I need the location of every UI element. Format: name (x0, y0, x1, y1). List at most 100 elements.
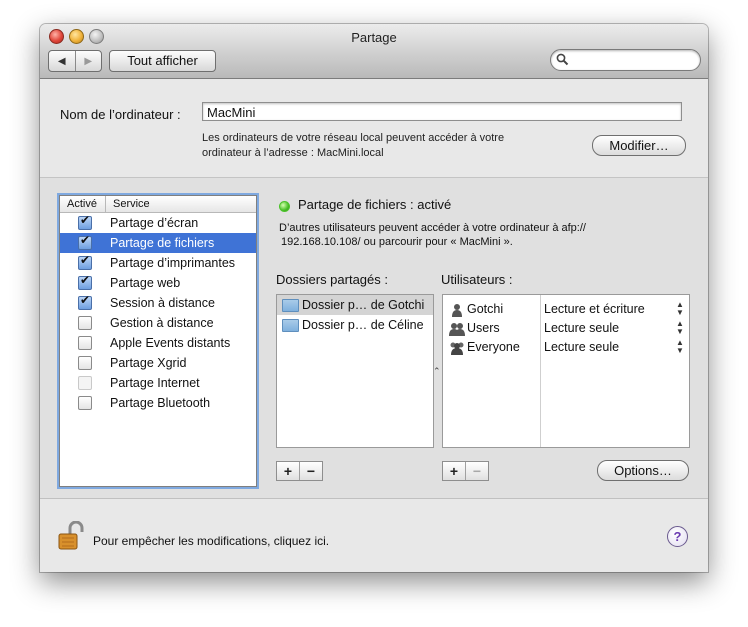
user-name: Users (467, 321, 500, 335)
service-row[interactable]: Apple Events distants (60, 333, 256, 353)
checkbox-cell (60, 356, 110, 370)
folder-name: Dossier p… de Gotchi (302, 298, 425, 312)
users-label: Utilisateurs : (441, 272, 513, 287)
status-indicator-icon (279, 201, 290, 212)
service-label: Partage d’imprimantes (110, 256, 236, 270)
unlocked-padlock-icon[interactable] (58, 521, 84, 551)
service-enabled-checkbox[interactable] (78, 253, 92, 270)
computer-name-label: Nom de l’ordinateur : (60, 107, 181, 122)
service-row[interactable]: Partage Xgrid (60, 353, 256, 373)
folder-add-remove-control: + − (276, 461, 323, 481)
folder-icon (282, 298, 299, 312)
window-title: Partage (351, 30, 397, 45)
show-all-button[interactable]: Tout afficher (109, 50, 216, 72)
user-add-remove-control: + − (442, 461, 489, 481)
user-row[interactable]: Gotchi Lecture et écriture ▲ ▼ (443, 301, 689, 320)
service-label: Session à distance (110, 296, 215, 310)
checkbox-cell (60, 273, 110, 290)
options-button[interactable]: Options… (597, 460, 689, 481)
service-row[interactable]: Gestion à distance (60, 313, 256, 333)
remove-user-button[interactable]: − (465, 462, 488, 480)
checkbox-cell (60, 293, 110, 310)
sharing-services-section: Activé Service Partage d’écran Partage de… (40, 178, 708, 499)
user-name: Gotchi (467, 302, 504, 316)
service-row[interactable]: Session à distance (60, 293, 256, 313)
folder-name: Dossier p… de Céline (302, 318, 424, 332)
access-info: D’autres utilisateurs peuvent accéder à … (279, 221, 659, 249)
user-name: Everyone (467, 340, 520, 354)
column-header-service[interactable]: Service (106, 196, 150, 212)
folder-icon (282, 318, 299, 332)
computer-name-section: Nom de l’ordinateur : MacMini Les ordina… (40, 79, 708, 178)
everyone-icon (449, 341, 465, 355)
service-enabled-checkbox[interactable] (78, 293, 92, 310)
forward-arrow-icon[interactable]: ▶ (74, 51, 102, 71)
computer-name-field[interactable]: MacMini (202, 102, 682, 121)
popup-arrows-icon[interactable]: ▲ ▼ (676, 301, 684, 317)
search-field[interactable] (550, 49, 701, 71)
service-enabled-checkbox[interactable] (78, 356, 92, 370)
service-enabled-checkbox[interactable] (78, 376, 92, 390)
access-info-line: D’autres utilisateurs peuvent accéder à … (279, 222, 586, 234)
lock-message[interactable]: Pour empêcher les modifications, cliquez… (93, 534, 329, 548)
service-label: Partage Bluetooth (110, 396, 211, 410)
checkbox-cell (60, 213, 110, 230)
checkbox-cell (60, 376, 110, 390)
users-list: Gotchi Lecture et écriture ▲ ▼ Users Lecture … (442, 294, 690, 448)
service-enabled-checkbox[interactable] (78, 396, 92, 410)
search-input[interactable] (573, 52, 697, 68)
service-row[interactable]: Partage d’imprimantes (60, 253, 256, 273)
service-status: Partage de fichiers : activé (298, 197, 452, 212)
footer: Pour empêcher les modifications, cliquez… (40, 499, 708, 572)
service-label: Partage web (110, 276, 181, 290)
service-row[interactable]: Partage Bluetooth (60, 393, 256, 413)
checkbox-cell (60, 396, 110, 410)
service-row[interactable]: Partage d’écran (60, 213, 256, 233)
service-row[interactable]: Partage web (60, 273, 256, 293)
service-enabled-checkbox[interactable] (78, 213, 92, 230)
shared-folders-list: Dossier p… de Gotchi Dossier p… de Céline (276, 294, 434, 448)
modify-button[interactable]: Modifier… (592, 135, 686, 156)
add-folder-button[interactable]: + (277, 462, 299, 480)
service-enabled-checkbox[interactable] (78, 233, 92, 250)
computer-address-description: Les ordinateurs de votre réseau local pe… (202, 131, 562, 161)
checkbox-cell (60, 336, 110, 350)
user-row[interactable]: Users Lecture seule ▲ ▼ (443, 320, 689, 339)
permission-popup[interactable]: Lecture seule (544, 321, 619, 335)
user-icon (449, 303, 465, 317)
shared-folder-row[interactable]: Dossier p… de Céline (277, 315, 433, 335)
description-line: Les ordinateurs de votre réseau local pe… (202, 132, 505, 144)
checkbox-cell (60, 253, 110, 270)
service-row[interactable]: Partage Internet (60, 373, 256, 393)
shared-folder-row[interactable]: Dossier p… de Gotchi (277, 295, 433, 315)
service-label: Partage Xgrid (110, 356, 187, 370)
remove-folder-button[interactable]: − (299, 462, 322, 480)
shared-folders-label: Dossiers partagés : (276, 272, 388, 287)
column-header-active[interactable]: Activé (60, 196, 106, 212)
back-forward-control: ◀ ▶ (48, 50, 102, 72)
checkbox-cell (60, 233, 110, 250)
popup-arrows-icon[interactable]: ▲ ▼ (676, 320, 684, 336)
services-list: Activé Service Partage d’écran Partage de… (59, 195, 257, 487)
checkbox-cell (60, 316, 110, 330)
titlebar: Partage ◀ ▶ Tout afficher (40, 24, 708, 79)
service-enabled-checkbox[interactable] (78, 273, 92, 290)
description-line: ordinateur à l’adresse : MacMini.local (202, 147, 384, 159)
add-user-button[interactable]: + (443, 462, 465, 480)
user-row[interactable]: Everyone Lecture seule ▲ ▼ (443, 339, 689, 358)
sharing-preferences-window: Partage ◀ ▶ Tout afficher Nom de l’ordin… (40, 24, 708, 572)
service-label: Partage de fichiers (110, 236, 215, 250)
service-enabled-checkbox[interactable] (78, 316, 92, 330)
service-row[interactable]: Partage de fichiers (60, 233, 256, 253)
split-resize-handle[interactable]: ⌃ (433, 366, 441, 377)
service-enabled-checkbox[interactable] (78, 336, 92, 350)
group-icon (449, 322, 465, 336)
back-arrow-icon[interactable]: ◀ (49, 51, 75, 71)
service-label: Partage d’écran (110, 216, 199, 230)
permission-popup[interactable]: Lecture seule (544, 340, 619, 354)
popup-arrows-icon[interactable]: ▲ ▼ (676, 339, 684, 355)
services-list-header: Activé Service (60, 196, 256, 213)
help-button[interactable]: ? (667, 526, 688, 547)
permission-popup[interactable]: Lecture et écriture (544, 302, 645, 316)
service-label: Apple Events distants (110, 336, 231, 350)
